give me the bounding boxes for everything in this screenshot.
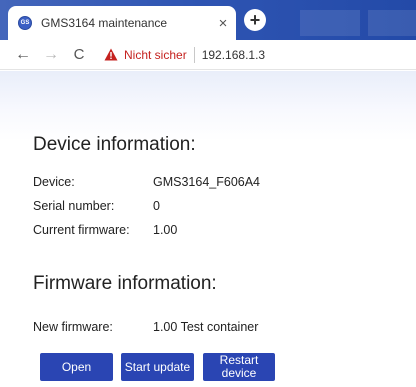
restart-device-button[interactable]: Restart device	[203, 353, 275, 381]
reload-icon[interactable]: C	[68, 47, 90, 62]
url-text[interactable]: 192.168.1.3	[202, 48, 265, 62]
device-row: Device: GMS3164_F606A4	[33, 175, 260, 189]
restart-device-label-line2: device	[221, 366, 257, 380]
device-label: Device:	[33, 175, 75, 189]
firmware-info-heading: Firmware information:	[33, 273, 217, 294]
device-value: GMS3164_F606A4	[153, 175, 261, 189]
current-firmware-value: 1.00	[153, 223, 178, 237]
security-label[interactable]: Nicht sicher	[124, 48, 187, 62]
serial-number-label: Serial number:	[33, 199, 115, 213]
warning-triangle-icon	[104, 48, 118, 61]
serial-number-row: Serial number: 0	[33, 199, 160, 213]
current-firmware-row: Current firmware: 1.00	[33, 223, 177, 237]
browser-tabstrip: GS GMS3164 maintenance × +	[0, 0, 416, 40]
new-firmware-label: New firmware:	[33, 320, 113, 334]
browser-toolbar: ← → C Nicht sicher 192.168.1.3	[0, 40, 416, 70]
new-firmware-row: New firmware: 1.00 Test container	[33, 320, 258, 334]
address-bar[interactable]: Nicht sicher 192.168.1.3	[104, 46, 265, 63]
forward-arrow-icon[interactable]: →	[40, 46, 62, 63]
tab-title: GMS3164 maintenance	[41, 16, 168, 30]
open-button[interactable]: Open	[40, 353, 113, 381]
browser-tab[interactable]: GS GMS3164 maintenance ×	[8, 6, 236, 40]
serial-number-value: 0	[153, 199, 160, 213]
tabstrip-decoration	[368, 10, 416, 36]
device-info-heading: Device information:	[33, 134, 196, 155]
close-tab-icon[interactable]: ×	[210, 16, 236, 31]
new-tab-button[interactable]: +	[244, 9, 266, 31]
back-arrow-icon[interactable]: ←	[12, 46, 34, 63]
new-firmware-value: 1.00 Test container	[153, 320, 259, 334]
tabstrip-decoration	[300, 10, 360, 36]
start-update-button[interactable]: Start update	[121, 353, 194, 381]
site-favicon-icon: GS	[18, 16, 32, 30]
address-separator	[193, 46, 195, 63]
current-firmware-label: Current firmware:	[33, 223, 130, 237]
